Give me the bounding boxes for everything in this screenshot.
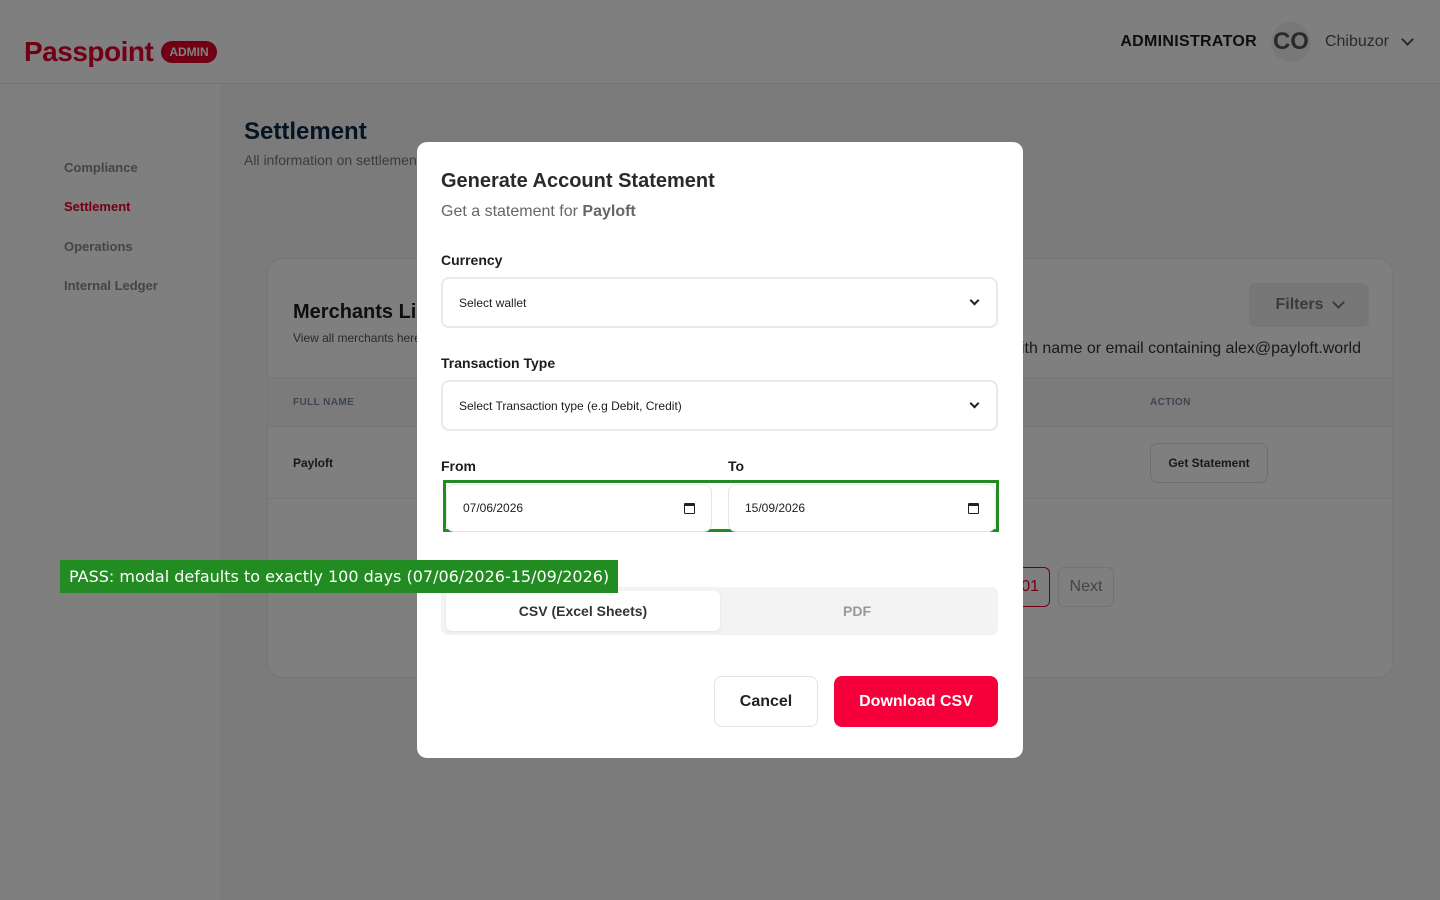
from-label: From <box>441 458 476 474</box>
modal-title: Generate Account Statement <box>441 170 715 192</box>
to-label: To <box>728 458 745 474</box>
currency-select[interactable]: Select wallet <box>441 277 998 328</box>
transaction-type-select[interactable]: Select Transaction type (e.g Debit, Cred… <box>441 380 998 431</box>
test-pass-banner: PASS: modal defaults to exactly 100 days… <box>60 560 619 593</box>
calendar-icon[interactable] <box>968 502 979 514</box>
modal-subtitle-prefix: Get a statement for <box>441 203 578 220</box>
from-date-input[interactable]: 07/06/2026 <box>446 484 712 532</box>
modal-subtitle: Get a statement for Payloft <box>441 203 636 221</box>
transaction-type-label: Transaction Type <box>441 355 556 371</box>
modal-merchant-name: Payloft <box>582 203 636 220</box>
format-option-csv[interactable]: CSV (Excel Sheets) <box>446 591 720 631</box>
format-option-pdf[interactable]: PDF <box>720 591 994 631</box>
chevron-down-icon <box>969 398 980 409</box>
calendar-icon[interactable] <box>684 502 695 514</box>
chevron-down-icon <box>969 295 980 306</box>
format-toggle: CSV (Excel Sheets) PDF <box>441 587 998 635</box>
to-date-value: 15/09/2026 <box>745 501 806 515</box>
currency-select-value: Select wallet <box>459 295 527 310</box>
cancel-button[interactable]: Cancel <box>714 676 818 727</box>
currency-label: Currency <box>441 252 503 268</box>
to-date-input[interactable]: 15/09/2026 <box>728 484 996 532</box>
from-date-value: 07/06/2026 <box>463 501 524 515</box>
generate-statement-modal: Generate Account Statement Get a stateme… <box>417 142 1023 758</box>
download-csv-button[interactable]: Download CSV <box>834 676 998 727</box>
transaction-type-select-value: Select Transaction type (e.g Debit, Cred… <box>459 398 682 413</box>
